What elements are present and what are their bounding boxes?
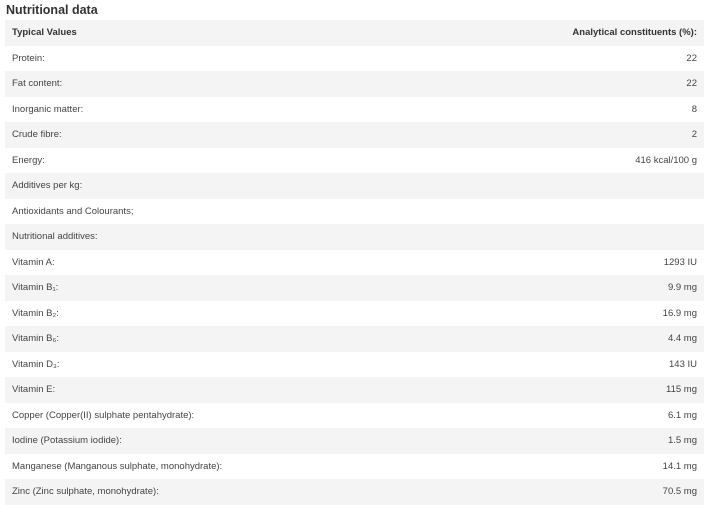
row-label: Zinc (Zinc sulphate, monohydrate): bbox=[12, 486, 159, 498]
row-value: 1293 IU bbox=[663, 256, 697, 268]
row-label: Copper (Copper(II) sulphate pentahydrate… bbox=[12, 409, 195, 421]
row-label: Vitamin B₂: bbox=[12, 307, 59, 319]
row-label: Antioxidants and Colourants; bbox=[12, 205, 134, 217]
row-value: 115 mg bbox=[666, 384, 697, 396]
table-row: Iodine (Potassium iodide): 1.5 mg bbox=[5, 428, 704, 454]
row-label: Inorganic matter: bbox=[12, 103, 84, 115]
row-value: 2 bbox=[691, 129, 697, 141]
row-value bbox=[437, 199, 704, 225]
table-row: Antioxidants and Colourants; bbox=[5, 198, 704, 225]
column-header-typical-values: Typical Values bbox=[12, 27, 77, 39]
row-label: Additives per kg: bbox=[12, 180, 83, 192]
nutrition-table: Typical Values Analytical constituents (… bbox=[5, 20, 704, 505]
table-row: Vitamin B₂: 16.9 mg bbox=[5, 300, 704, 326]
column-header-analytical-constituents: Analytical constituents (%): bbox=[572, 27, 697, 39]
row-label: Manganese (Manganous sulphate, monohydra… bbox=[12, 460, 223, 472]
row-value bbox=[437, 224, 704, 250]
row-value: 1.5 mg bbox=[667, 435, 697, 447]
section-title: Nutritional data bbox=[6, 3, 98, 17]
table-row: Vitamin B₁: 9.9 mg bbox=[5, 275, 704, 301]
row-value bbox=[437, 173, 704, 199]
row-value: 416 kcal/100 g bbox=[635, 154, 697, 166]
row-label: Vitamin B₆: bbox=[12, 333, 59, 345]
row-label: Protein: bbox=[12, 52, 45, 64]
row-label: Nutritional additives: bbox=[12, 231, 98, 243]
table-row: Vitamin B₆: 4.4 mg bbox=[5, 326, 704, 352]
row-label: Crude fibre: bbox=[12, 129, 62, 141]
table-row: Energy: 416 kcal/100 g bbox=[5, 147, 704, 173]
table-row: Copper (Copper(II) sulphate pentahydrate… bbox=[5, 402, 704, 428]
row-value: 70.5 mg bbox=[662, 486, 697, 498]
table-row: Nutritional additives: bbox=[5, 224, 704, 250]
row-label: Iodine (Potassium iodide): bbox=[12, 435, 122, 447]
table-row: Inorganic matter: 8 bbox=[5, 96, 704, 122]
row-label: Vitamin D₃: bbox=[12, 358, 60, 370]
row-label: Vitamin B₁: bbox=[12, 282, 59, 294]
row-label: Fat content: bbox=[12, 78, 63, 90]
row-value: 22 bbox=[686, 52, 697, 64]
table-row: Fat content: 22 bbox=[5, 71, 704, 97]
table-row: Manganese (Manganous sulphate, monohydra… bbox=[5, 453, 704, 479]
row-value: 6.1 mg bbox=[667, 409, 697, 421]
row-value: 22 bbox=[686, 78, 697, 90]
row-value: 143 IU bbox=[669, 358, 697, 370]
table-row: Zinc (Zinc sulphate, monohydrate): 70.5 m… bbox=[5, 479, 704, 505]
row-value: 9.9 mg bbox=[667, 282, 697, 294]
table-row: Vitamin A: 1293 IU bbox=[5, 249, 704, 275]
table-header-row: Typical Values Analytical constituents (… bbox=[5, 20, 704, 46]
table-row: Vitamin E: 115 mg bbox=[5, 377, 704, 403]
table-row: Protein: 22 bbox=[5, 45, 704, 71]
row-label: Vitamin E: bbox=[12, 384, 56, 396]
row-value: 16.9 mg bbox=[662, 307, 697, 319]
table-row: Additives per kg: bbox=[5, 173, 704, 199]
row-value: 8 bbox=[691, 103, 697, 115]
row-label: Energy: bbox=[12, 154, 45, 166]
row-label: Vitamin A: bbox=[12, 256, 55, 268]
table-row: Vitamin D₃: 143 IU bbox=[5, 351, 704, 377]
row-value: 4.4 mg bbox=[667, 333, 697, 345]
row-value: 14.1 mg bbox=[662, 460, 697, 472]
table-row: Crude fibre: 2 bbox=[5, 122, 704, 148]
